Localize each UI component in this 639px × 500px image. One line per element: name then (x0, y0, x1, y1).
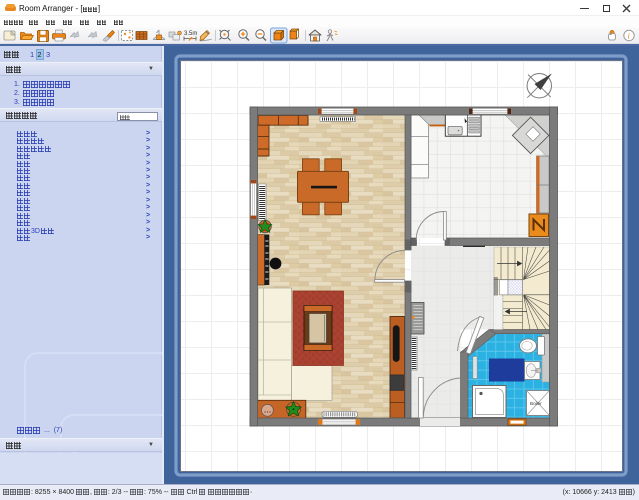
svg-text:Boiler: Boiler (530, 401, 542, 406)
svg-text:3.5m: 3.5m (184, 31, 197, 37)
